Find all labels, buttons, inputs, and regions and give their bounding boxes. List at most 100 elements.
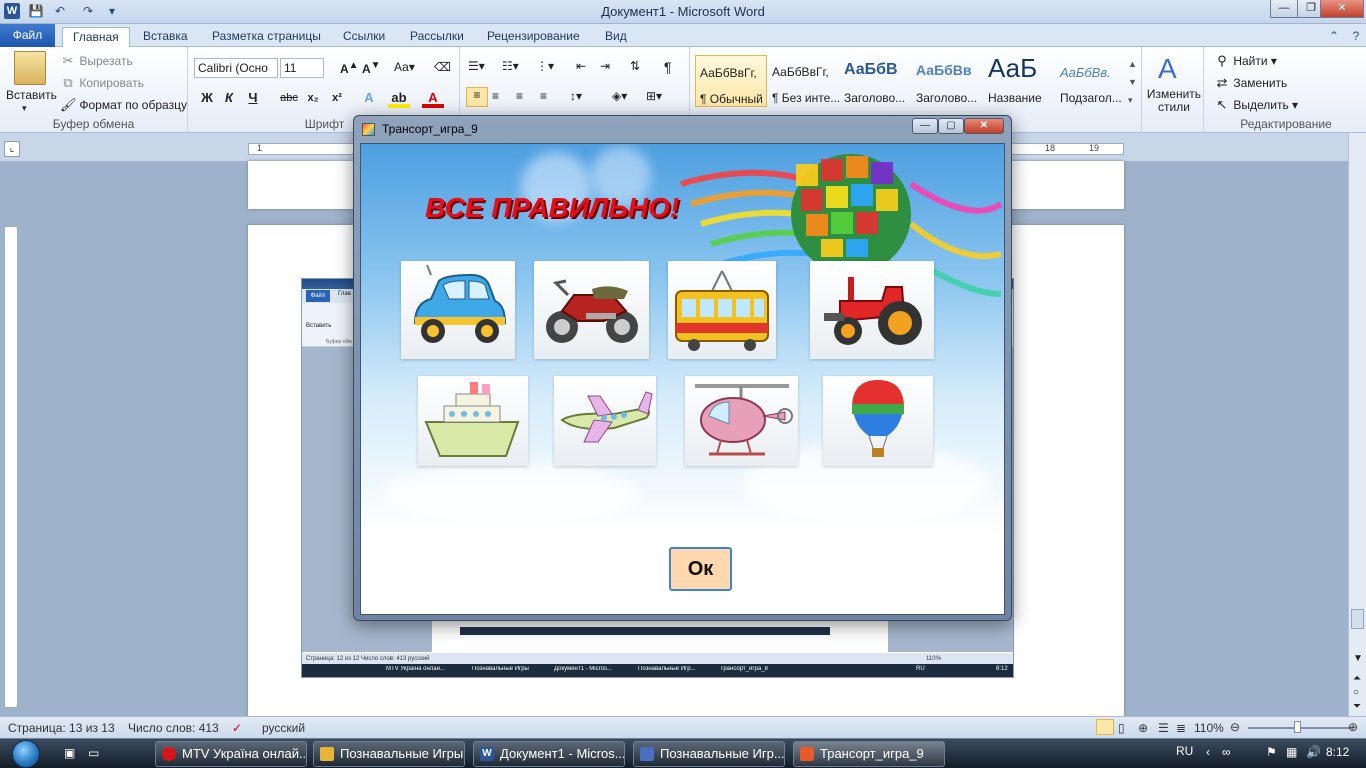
helicopter-tile[interactable]: [685, 376, 798, 466]
change-styles-button[interactable]: Изменить стили: [1146, 88, 1202, 114]
dialog-close-button[interactable]: ✕: [964, 118, 1004, 134]
zoom-level[interactable]: 110%: [1194, 721, 1224, 735]
volume-icon[interactable]: 🔊: [1306, 745, 1321, 759]
change-styles-icon[interactable]: A: [1158, 53, 1177, 85]
zoom-slider-thumb[interactable]: [1294, 721, 1301, 733]
taskbar-item-transport-game[interactable]: Трансорт_игра_9: [793, 741, 945, 767]
tab-page-layout[interactable]: Разметка страницы: [202, 27, 331, 47]
language-indicator[interactable]: русский: [262, 721, 305, 735]
word-count[interactable]: Число слов: 413: [128, 721, 219, 735]
print-layout-icon[interactable]: [1096, 719, 1114, 735]
style-no-spacing[interactable]: АаБбВвГг, ¶ Без инте...: [768, 55, 840, 107]
close-button[interactable]: ✕: [1320, 0, 1364, 18]
multilevel-list-icon[interactable]: ⋮▾: [536, 59, 554, 73]
bold-button[interactable]: Ж: [196, 88, 218, 108]
align-center-icon[interactable]: ≡: [492, 89, 499, 103]
underline-button[interactable]: Ч: [242, 88, 264, 108]
tray-flag-icon[interactable]: ⚑: [1266, 745, 1277, 759]
increase-indent-icon[interactable]: ⇥: [600, 59, 610, 73]
tab-file[interactable]: Файл: [0, 24, 55, 47]
tab-review[interactable]: Рецензирование: [477, 27, 590, 47]
dialog-maximize-button[interactable]: ▢: [938, 118, 964, 134]
web-layout-icon[interactable]: ⊕: [1138, 721, 1148, 735]
clear-format-icon[interactable]: ⌫: [434, 60, 451, 74]
taskbar-item-word[interactable]: W Документ1 - Micros...: [473, 741, 625, 767]
minimize-button[interactable]: —: [1270, 0, 1298, 18]
style-subtitle[interactable]: АаБбВв. Подзагол...: [1056, 55, 1128, 107]
show-desktop-icon[interactable]: ▣: [64, 746, 75, 760]
dialog-minimize-button[interactable]: —: [912, 118, 938, 134]
taskbar-item-mtv[interactable]: MTV Україна онлай...: [155, 741, 307, 767]
network-icon[interactable]: ▦: [1286, 745, 1297, 759]
borders-icon[interactable]: ⊞▾: [646, 89, 662, 103]
numbering-icon[interactable]: ☷▾: [502, 59, 519, 73]
tram-tile[interactable]: [668, 261, 776, 359]
scroll-down-icon[interactable]: ▼: [1353, 653, 1363, 664]
taskbar-item-games-folder[interactable]: Познавальные Игры: [313, 741, 465, 767]
language-bar[interactable]: RU: [1176, 744, 1193, 758]
tab-references[interactable]: Ссылки: [333, 27, 395, 47]
pilcrow-icon[interactable]: ¶: [664, 59, 672, 75]
shrink-font-icon[interactable]: A▼: [362, 60, 381, 76]
car-tile[interactable]: [401, 261, 515, 359]
tray-app-icon[interactable]: ∞: [1222, 745, 1231, 759]
balloon-tile[interactable]: [823, 376, 933, 466]
font-name-combo[interactable]: Calibri (Осно: [194, 58, 278, 78]
decrease-indent-icon[interactable]: ⇤: [576, 59, 586, 73]
styles-scroll-icon[interactable]: ▲ ▼ ▾: [1128, 55, 1137, 109]
line-spacing-icon[interactable]: ↕▾: [570, 89, 582, 103]
select-button[interactable]: ↖ Выделить ▾: [1214, 97, 1299, 113]
paste-button[interactable]: Вставить: [6, 88, 57, 102]
outline-icon[interactable]: ☰: [1158, 721, 1169, 735]
copy-button[interactable]: ⧉ Копировать: [60, 75, 144, 91]
bullets-icon[interactable]: ☰▾: [468, 59, 485, 73]
zoom-out-icon[interactable]: ⊖: [1230, 720, 1240, 734]
clock[interactable]: 8:12: [1326, 745, 1349, 759]
prev-page-icon[interactable]: ⏶: [1353, 673, 1361, 684]
superscript-icon[interactable]: x²: [326, 88, 348, 108]
font-color-icon[interactable]: A: [422, 88, 444, 108]
cut-button[interactable]: ✂ Вырезать: [60, 53, 133, 69]
text-effects-icon[interactable]: A: [358, 88, 380, 108]
paste-dropdown-icon[interactable]: ▾: [22, 103, 27, 114]
align-left-icon[interactable]: ≡: [466, 87, 488, 107]
tab-home[interactable]: Главная: [62, 27, 130, 48]
tab-selector-icon[interactable]: ⌞: [4, 141, 20, 157]
style-normal[interactable]: АаБбВвГг, ¶ Обычный: [695, 55, 767, 107]
help-icon[interactable]: ?: [1348, 28, 1364, 44]
highlight-icon[interactable]: ab: [388, 88, 410, 108]
tab-view[interactable]: Вид: [595, 27, 637, 47]
subscript-icon[interactable]: x₂: [302, 88, 324, 108]
change-case-icon[interactable]: Аа▾: [394, 60, 415, 74]
browse-object-icon[interactable]: ○: [1353, 687, 1359, 698]
style-heading-2[interactable]: АаБбВв Заголово...: [912, 55, 984, 107]
vertical-ruler[interactable]: [4, 226, 18, 708]
vertical-scrollbar[interactable]: ▼ ⏶ ○ ⏷: [1348, 133, 1366, 716]
switch-windows-icon[interactable]: ▭: [88, 746, 99, 760]
full-screen-icon[interactable]: ▯: [1118, 721, 1125, 735]
italic-button[interactable]: К: [218, 88, 240, 108]
justify-icon[interactable]: ≡: [540, 89, 547, 103]
airplane-tile[interactable]: [554, 376, 656, 466]
taskbar-item-games-app[interactable]: Познавальные Игр...: [633, 741, 785, 767]
proofing-icon[interactable]: ✓: [232, 721, 242, 735]
scrollbar-thumb[interactable]: [1351, 609, 1364, 629]
start-button[interactable]: [6, 739, 50, 768]
find-button[interactable]: ⚲ Найти ▾: [1214, 53, 1277, 69]
ok-button[interactable]: Ок: [669, 547, 732, 591]
ribbon-minimize-icon[interactable]: ⌃: [1326, 28, 1342, 44]
draft-icon[interactable]: ≣: [1176, 721, 1186, 735]
ship-tile[interactable]: [418, 376, 528, 466]
style-title[interactable]: АаБ Название: [984, 53, 1056, 107]
shading-icon[interactable]: ◈▾: [612, 89, 627, 103]
strikethrough-button[interactable]: abc: [278, 88, 300, 108]
tray-expand-icon[interactable]: ‹: [1206, 745, 1210, 759]
motorcycle-tile[interactable]: [534, 261, 649, 359]
tractor-tile[interactable]: [810, 261, 934, 359]
next-page-icon[interactable]: ⏷: [1353, 701, 1361, 712]
tab-mailings[interactable]: Рассылки: [400, 27, 474, 47]
font-size-combo[interactable]: 11: [280, 58, 324, 78]
format-painter-button[interactable]: 🖌 Формат по образцу: [60, 97, 187, 113]
page-count[interactable]: Страница: 13 из 13: [8, 721, 115, 735]
tab-insert[interactable]: Вставка: [133, 27, 198, 47]
